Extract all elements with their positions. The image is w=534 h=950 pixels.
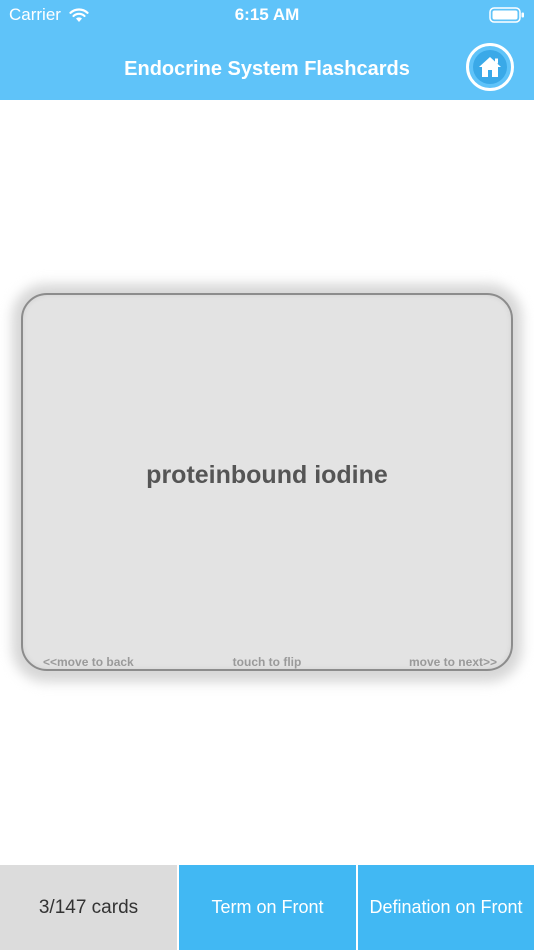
- move-next-hint[interactable]: move to next>>: [409, 655, 497, 669]
- home-button[interactable]: [466, 43, 514, 91]
- flashcard[interactable]: proteinbound iodine <<move to back touch…: [21, 293, 513, 671]
- header-bar: Carrier 6:15 AM Endocrine System Flashca…: [0, 0, 534, 100]
- card-term: proteinbound iodine: [146, 461, 388, 489]
- flashcard-screen: Carrier 6:15 AM Endocrine System Flashca…: [0, 0, 534, 950]
- definition-on-front-button[interactable]: Defination on Front: [358, 865, 534, 950]
- page-title: Endocrine System Flashcards: [124, 58, 410, 80]
- bottom-toolbar: 3/147 cards Term on Front Defination on …: [0, 865, 534, 950]
- battery-icon: [489, 7, 524, 23]
- home-icon: [479, 57, 501, 77]
- home-icon-wrap: [473, 50, 507, 84]
- card-count: 3/147 cards: [0, 865, 177, 950]
- term-on-front-button[interactable]: Term on Front: [179, 865, 356, 950]
- status-time: 6:15 AM: [234, 5, 300, 24]
